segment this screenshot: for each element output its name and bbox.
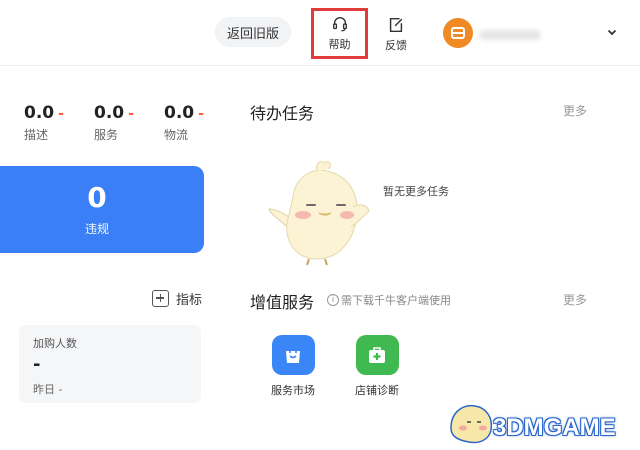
metric-label: 指标 [176,292,203,308]
cart-value: - [33,354,41,375]
cart-adders-card[interactable]: 加购人数 - 昨日 - [19,325,201,403]
todo-title: 待办任务 [250,104,315,123]
stat-delta: - [128,106,134,122]
info-icon: i [327,294,339,306]
value-services-hint: 需下载千牛客户端使用 [341,294,451,307]
violation-count: 0 [87,181,107,214]
help-label: 帮助 [328,38,351,51]
blurred-username [479,30,541,40]
return-old-version-button[interactable]: 返回旧版 [215,17,291,47]
value-services-more-link[interactable]: 更多 [563,291,587,308]
add-metric-button[interactable]: 指标 [152,289,203,308]
stat-value: 0.0 [24,103,55,123]
todo-more-link[interactable]: 更多 [563,102,587,119]
stat-label: 服务 [94,128,119,142]
avatar-glyph-icon [451,27,465,39]
shopping-bag-icon [271,335,315,375]
stat-label: 描述 [24,128,49,142]
mascot-illustration [268,160,370,266]
cart-yesterday: 昨日 - [33,383,63,396]
value-services-title: 增值服务 [250,293,315,312]
first-aid-icon [355,335,399,375]
store-diagnosis-button[interactable]: 店铺诊断 [351,335,403,398]
todo-empty-text: 暂无更多任务 [383,185,449,198]
feedback-label: 反馈 [385,38,407,52]
stat-service: 0.0- 服务 [94,103,154,143]
violation-card[interactable]: 0 违规 [0,166,204,253]
stat-value: 0.0 [94,103,125,123]
service-market-label: 服务市场 [271,384,315,397]
edit-note-icon [389,17,403,32]
feedback-button[interactable]: 反馈 [376,12,416,56]
plus-square-icon [152,289,169,307]
cart-title: 加购人数 [33,337,77,350]
top-header: 返回旧版 帮助 反馈 [0,0,640,66]
stat-delta: - [198,106,204,122]
help-button[interactable]: 帮助 [311,8,368,59]
watermark-text: 3DMGAME [493,414,616,441]
stat-label: 物流 [164,128,189,142]
store-diagnosis-label: 店铺诊断 [355,384,399,397]
stat-description: 0.0- 描述 [24,103,84,143]
stat-value: 0.0 [164,103,195,123]
headset-icon [332,17,347,32]
user-avatar[interactable] [443,18,473,48]
return-old-version-label: 返回旧版 [226,26,279,42]
stat-delta: - [58,106,64,122]
service-market-button[interactable]: 服务市场 [267,335,319,398]
violation-label: 违规 [84,222,109,236]
stat-logistics: 0.0- 物流 [164,103,224,143]
chevron-down-icon[interactable] [606,26,618,38]
